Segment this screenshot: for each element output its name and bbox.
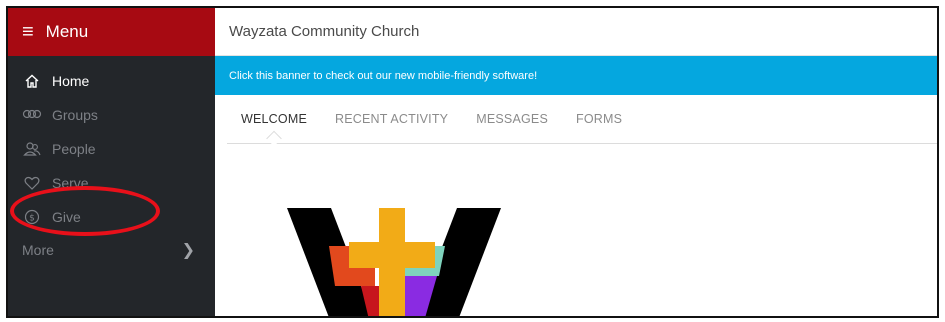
dollar-icon: $ [22,209,42,225]
sidebar-item-people[interactable]: People [8,132,215,166]
heart-icon [22,176,42,190]
church-name: Wayzata Community Church [229,23,420,40]
tab-recent-activity[interactable]: RECENT ACTIVITY [335,112,448,126]
chevron-right-icon: ❯ [181,242,195,259]
sidebar-item-home[interactable]: Home [8,64,215,98]
more-label: More [22,242,54,258]
welcome-content [227,144,937,316]
tab-bar: WELCOME RECENT ACTIVITY MESSAGES FORMS [227,95,937,144]
sidebar-item-label: Serve [52,175,89,191]
sidebar: ≡ Menu Home Groups People Serve $ Give M… [8,8,215,316]
sidebar-item-label: People [52,141,96,157]
people-icon [22,141,42,157]
top-bar: Wayzata Community Church [215,8,937,56]
sidebar-item-serve[interactable]: Serve [8,166,215,200]
sidebar-item-label: Home [52,73,90,89]
sidebar-item-label: Give [52,209,81,225]
hamburger-icon[interactable]: ≡ [22,22,34,42]
tab-welcome[interactable]: WELCOME [241,112,307,126]
svg-text:$: $ [29,214,35,224]
church-logo [287,208,501,316]
home-icon [22,73,42,89]
mobile-banner[interactable]: Click this banner to check out our new m… [215,56,937,95]
sidebar-item-more[interactable]: More ❯ [8,234,215,266]
groups-icon [22,108,42,122]
sidebar-item-give[interactable]: $ Give [8,200,215,234]
app-window: ≡ Menu Home Groups People Serve $ Give M… [6,6,939,318]
tab-messages[interactable]: MESSAGES [476,112,548,126]
menu-label: Menu [45,22,89,41]
menu-header[interactable]: ≡ Menu [8,8,215,56]
main-content: Wayzata Community Church Click this bann… [215,8,937,316]
sidebar-item-groups[interactable]: Groups [8,98,215,132]
sidebar-item-label: Groups [52,107,98,123]
tab-forms[interactable]: FORMS [576,112,622,126]
sidebar-nav: Home Groups People Serve $ Give More ❯ [8,56,215,266]
